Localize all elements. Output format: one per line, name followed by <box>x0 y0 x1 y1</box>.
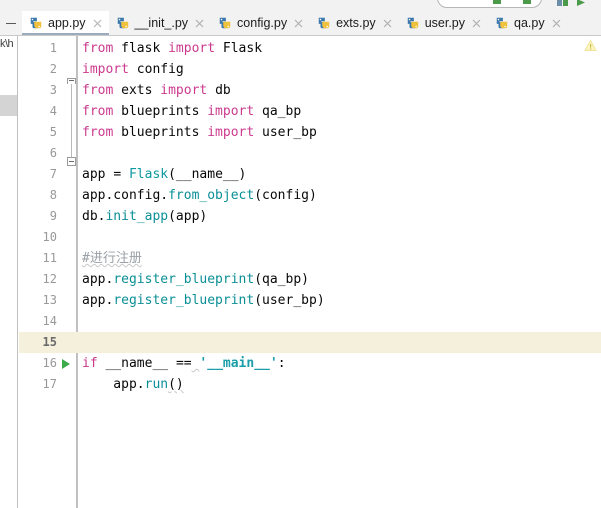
project-panel-selected-row[interactable] <box>0 95 17 116</box>
code-text: app.config.from_object(config) <box>82 188 317 203</box>
line-number: 9 <box>49 209 57 223</box>
code-line[interactable]: 16 if __name__ == '__main__': <box>19 353 601 374</box>
run-config-icon[interactable] <box>556 0 569 9</box>
tab-app-py[interactable]: app.py <box>22 11 109 35</box>
tab-exts-py[interactable]: exts.py <box>310 11 399 35</box>
tab-user-py[interactable]: user.py <box>399 11 488 35</box>
code-text: app.run() <box>82 377 184 392</box>
line-number: 4 <box>49 104 57 118</box>
code-line[interactable]: 13 app.register_blueprint(user_bp) <box>19 290 601 311</box>
code-line[interactable]: 4 from blueprints import qa_bp <box>19 101 601 122</box>
warning-triangle-icon[interactable] <box>584 39 597 52</box>
tab-config-py[interactable]: config.py <box>211 11 310 35</box>
line-number: 10 <box>42 230 57 244</box>
code-text: #进行注册 <box>82 251 142 266</box>
line-number: 12 <box>42 272 57 286</box>
flag-icon-1[interactable] <box>520 0 533 9</box>
code-text: db.init_app(app) <box>82 209 208 224</box>
code-text: from blueprints import user_bp <box>82 125 317 140</box>
code-line[interactable]: 6 <box>19 143 601 164</box>
code-line[interactable]: 5 from blueprints import user_bp <box>19 122 601 143</box>
code-line[interactable]: 7 app = Flask(__name__) <box>19 164 601 185</box>
line-number: 15 <box>42 335 57 349</box>
python-file-icon <box>218 16 232 30</box>
python-file-icon <box>317 16 331 30</box>
python-file-icon <box>116 16 130 30</box>
line-number: 14 <box>42 314 57 328</box>
code-line[interactable]: 2 import config <box>19 59 601 80</box>
close-icon[interactable] <box>471 18 482 29</box>
project-panel-clipped[interactable]: k\h <box>0 36 18 508</box>
tab-label: config.py <box>237 16 288 30</box>
line-number: 8 <box>49 188 57 202</box>
close-icon[interactable] <box>194 18 205 29</box>
tab-label: qa.py <box>514 16 545 30</box>
python-file-icon <box>495 16 509 30</box>
line-number: 11 <box>42 251 57 265</box>
code-line[interactable]: 15 <box>19 332 601 353</box>
code-text: from flask import Flask <box>82 41 263 56</box>
tab-qa-py[interactable]: qa.py <box>488 11 568 35</box>
line-number: 16 <box>42 356 57 370</box>
code-text: if __name__ == '__main__': <box>82 356 286 371</box>
code-line[interactable]: 11 #进行注册 <box>19 248 601 269</box>
python-file-icon <box>29 16 43 30</box>
code-line[interactable]: 17 app.run() <box>19 374 601 395</box>
hide-tabs-button[interactable] <box>0 11 22 35</box>
line-number: 2 <box>49 62 57 76</box>
line-number: 17 <box>42 377 57 391</box>
run-icon[interactable] <box>574 0 587 9</box>
minus-icon <box>6 22 16 24</box>
close-icon[interactable] <box>92 18 103 29</box>
line-number: 7 <box>49 167 57 181</box>
close-icon[interactable] <box>551 18 562 29</box>
line-number: 6 <box>49 146 57 160</box>
code-text: app.register_blueprint(user_bp) <box>82 293 325 308</box>
tab-label: exts.py <box>336 16 376 30</box>
code-line[interactable]: 10 <box>19 227 601 248</box>
line-number: 13 <box>42 293 57 307</box>
tab-label: __init_.py <box>134 16 189 30</box>
flag-icon-2[interactable] <box>490 0 503 9</box>
run-gutter-icon[interactable] <box>62 359 70 369</box>
code-editor[interactable]: 1 from flask import Flask 2 import config 3 f… <box>19 36 601 508</box>
code-line[interactable]: 8 app.config.from_object(config) <box>19 185 601 206</box>
line-number: 5 <box>49 125 57 139</box>
line-number: 1 <box>49 41 57 55</box>
code-text: from exts import db <box>82 83 231 98</box>
code-text: app.register_blueprint(qa_bp) <box>82 272 309 287</box>
line-number: 3 <box>49 83 57 97</box>
code-line[interactable]: 9 db.init_app(app) <box>19 206 601 227</box>
close-icon[interactable] <box>293 18 304 29</box>
code-text: app = Flask(__name__) <box>82 167 247 182</box>
tab-label: user.py <box>424 16 465 30</box>
project-panel-label: k\h <box>0 38 14 50</box>
code-line[interactable]: 12 app.register_blueprint(qa_bp) <box>19 269 601 290</box>
code-line[interactable]: 14 <box>19 311 601 332</box>
tab-label: app.py <box>48 16 86 30</box>
code-line[interactable]: 3 from exts import db <box>19 80 601 101</box>
code-text: import config <box>82 62 184 77</box>
tab-init-py[interactable]: __init_.py <box>109 11 212 35</box>
python-file-icon <box>406 16 420 30</box>
code-text: from blueprints import qa_bp <box>82 104 302 119</box>
close-icon[interactable] <box>382 18 393 29</box>
code-line[interactable]: 1 from flask import Flask <box>19 38 601 59</box>
editor-tab-bar: app.py __init_.py config.py exts.py user… <box>0 11 601 36</box>
